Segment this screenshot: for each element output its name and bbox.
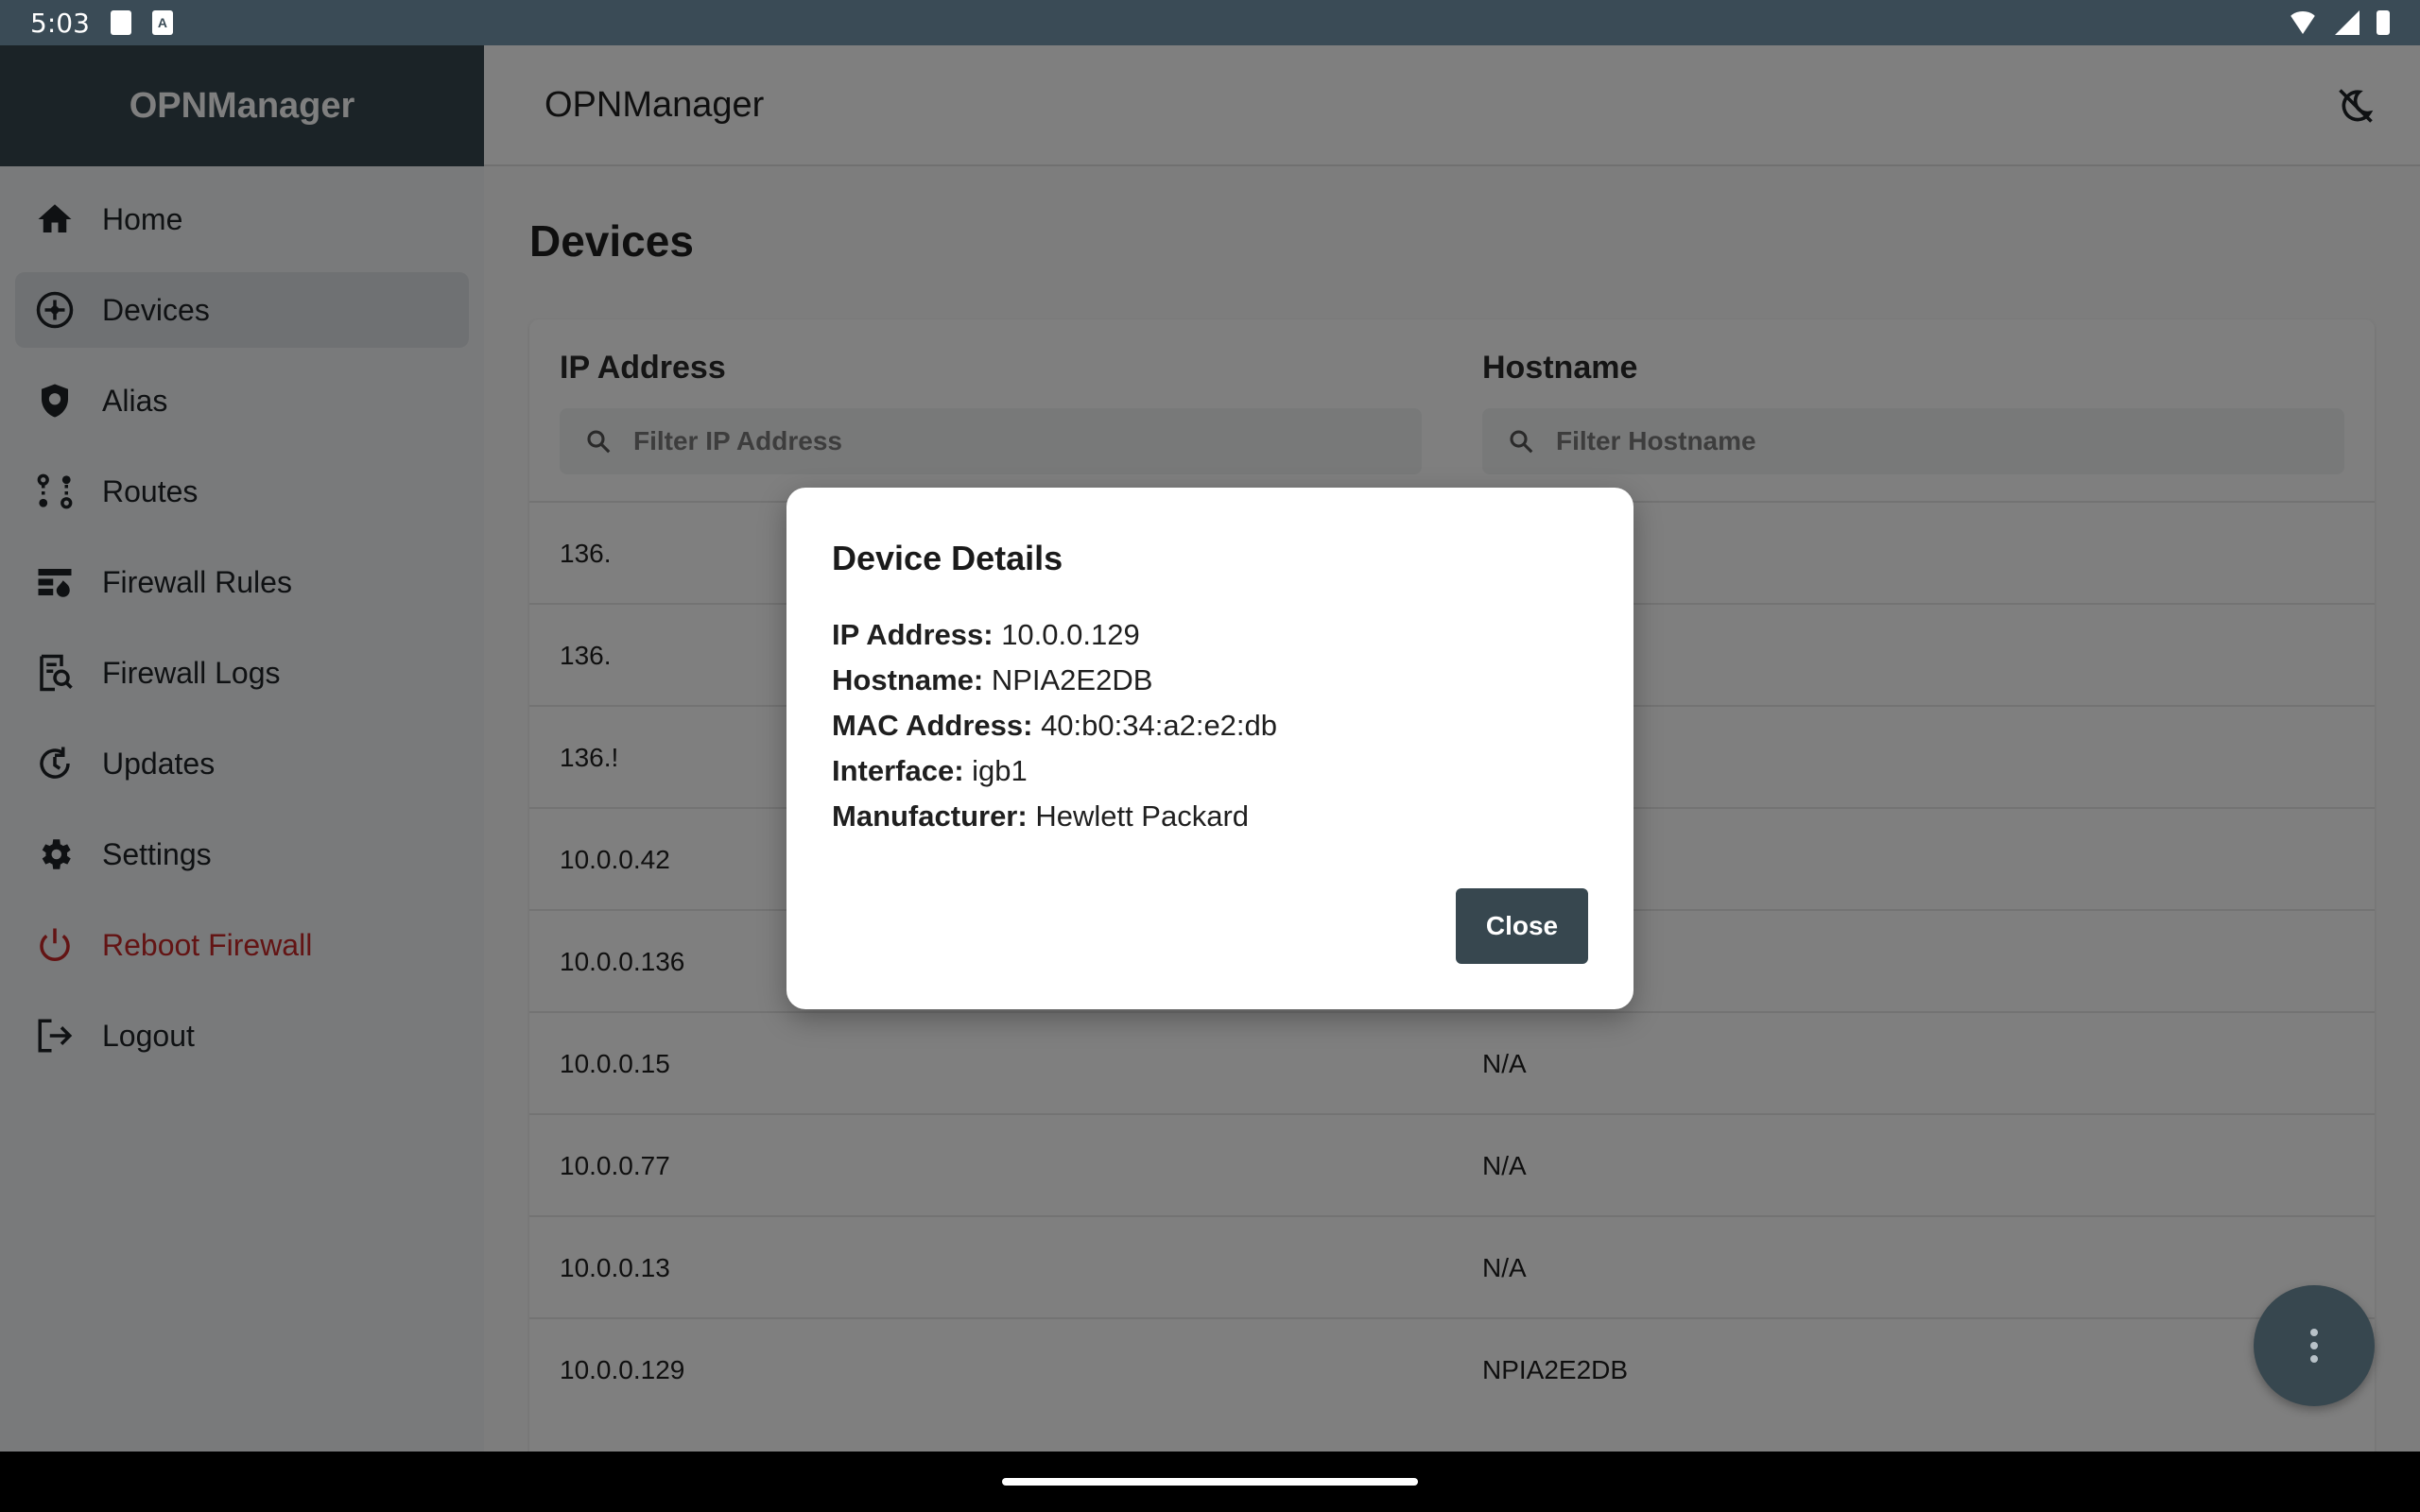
detail-value: Hewlett Packard — [1035, 799, 1250, 833]
signal-icon — [2335, 10, 2360, 35]
detail-value: NPIA2E2DB — [991, 663, 1153, 696]
detail-hostname: Hostname: NPIA2E2DB — [832, 658, 1588, 703]
detail-value: igb1 — [972, 754, 1028, 787]
status-time: 5:03 — [30, 7, 90, 39]
status-bar: 5:03 A — [0, 0, 2420, 45]
a-badge-icon: A — [151, 10, 173, 35]
more-vert-icon — [2310, 1329, 2318, 1363]
detail-ip-address: IP Address: 10.0.0.129 — [832, 612, 1588, 658]
detail-label: MAC Address: — [832, 709, 1033, 742]
home-gesture-handle[interactable] — [1002, 1478, 1418, 1486]
detail-label: IP Address: — [832, 618, 994, 651]
detail-label: Interface: — [832, 754, 964, 787]
system-nav-bar — [0, 1452, 2420, 1512]
battery-icon — [2377, 10, 2390, 35]
sd-card-icon — [110, 10, 131, 35]
detail-interface: Interface: igb1 — [832, 748, 1588, 794]
detail-label: Manufacturer: — [832, 799, 1028, 833]
wifi-icon — [2288, 11, 2318, 34]
device-details-dialog: Device Details IP Address: 10.0.0.129 Ho… — [786, 488, 1634, 1009]
detail-mac-address: MAC Address: 40:b0:34:a2:e2:db — [832, 703, 1588, 748]
dialog-title: Device Details — [832, 539, 1063, 577]
detail-value: 10.0.0.129 — [1001, 618, 1140, 651]
close-button[interactable]: Close — [1456, 888, 1588, 964]
detail-manufacturer: Manufacturer: Hewlett Packard — [832, 794, 1588, 839]
detail-value: 40:b0:34:a2:e2:db — [1041, 709, 1278, 742]
detail-label: Hostname: — [832, 663, 984, 696]
more-options-fab[interactable] — [2254, 1285, 2375, 1406]
